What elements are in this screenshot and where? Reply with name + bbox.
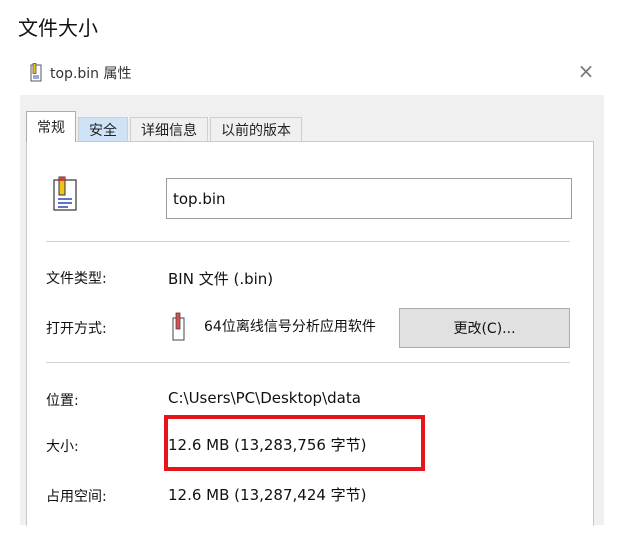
divider xyxy=(46,362,570,363)
tab-security[interactable]: 安全 xyxy=(78,117,128,142)
tab-details[interactable]: 详细信息 xyxy=(130,117,208,142)
file-type-value: BIN 文件 (.bin) xyxy=(168,270,274,288)
size-label: 大小: xyxy=(46,439,79,455)
dialog-title-text: top.bin 属性 xyxy=(50,66,132,82)
location-label: 位置: xyxy=(46,393,79,409)
file-type-label: 文件类型: xyxy=(46,271,107,287)
size-highlight-box xyxy=(164,415,425,471)
opens-with-label: 打开方式: xyxy=(46,321,107,337)
tab-bar: 常规 安全 详细信息 以前的版本 xyxy=(26,111,304,142)
size-on-disk-value: 12.6 MB (13,287,424 字节) xyxy=(168,486,367,504)
tab-previous-versions[interactable]: 以前的版本 xyxy=(210,117,302,142)
change-button[interactable]: 更改(C)... xyxy=(399,308,570,348)
file-icon xyxy=(30,63,42,82)
file-name-input[interactable] xyxy=(166,178,572,219)
opens-with-value: 64位离线信号分析应用软件 xyxy=(204,319,376,335)
page-heading: 文件大小 xyxy=(18,16,98,40)
app-icon xyxy=(172,312,185,341)
dialog-title: top.bin 属性 xyxy=(30,61,132,85)
size-on-disk-label: 占用空间: xyxy=(46,489,107,505)
divider xyxy=(46,241,570,242)
file-icon xyxy=(53,176,77,211)
close-icon[interactable]: × xyxy=(575,60,597,82)
location-value: C:\Users\PC\Desktop\data xyxy=(168,389,361,407)
tab-general[interactable]: 常规 xyxy=(26,111,76,142)
